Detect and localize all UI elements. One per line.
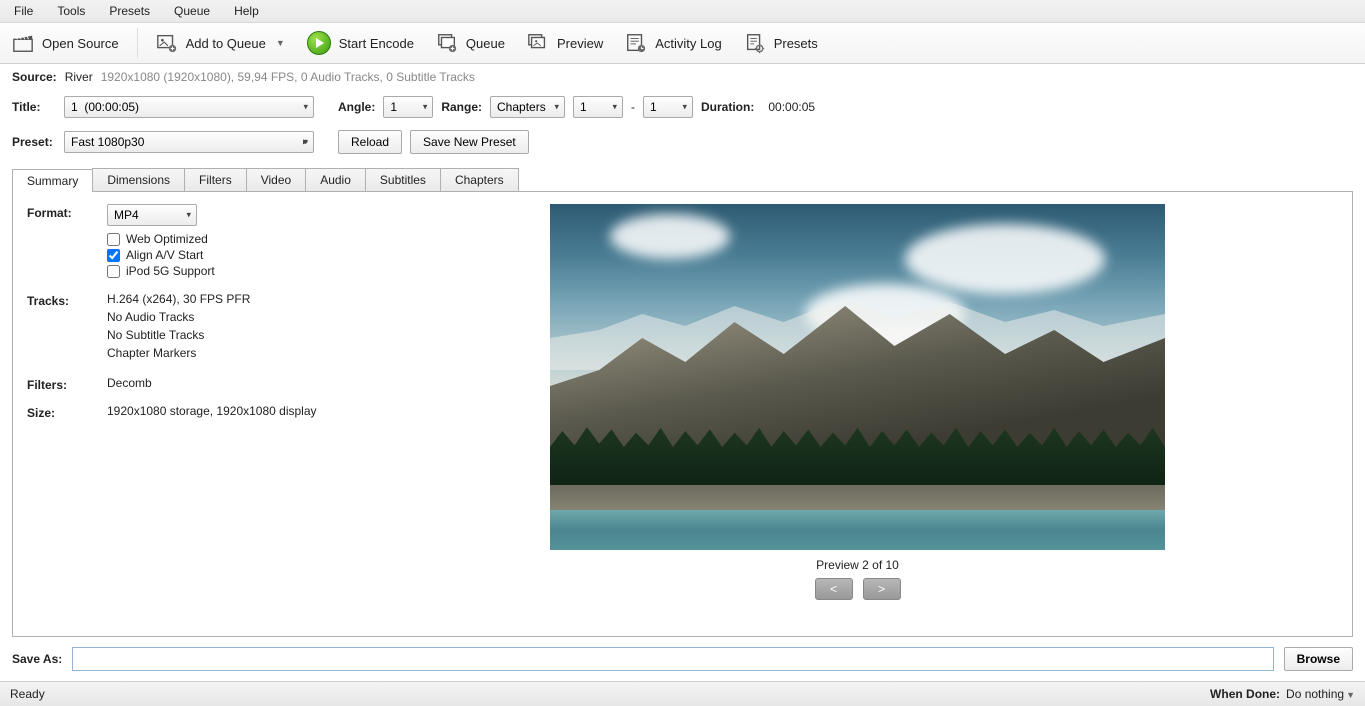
status-text: Ready [10, 687, 45, 701]
log-icon [625, 32, 647, 54]
menu-presets[interactable]: Presets [99, 2, 160, 20]
summary-form: Format: Web Optimized Align A/V Start iP… [27, 204, 347, 624]
open-source-button[interactable]: Open Source [6, 28, 125, 58]
tab-audio[interactable]: Audio [305, 168, 366, 191]
queue-button[interactable]: Queue [430, 28, 511, 58]
when-done-label: When Done: [1210, 687, 1280, 701]
queue-label: Queue [466, 36, 505, 51]
when-done-select[interactable]: Do nothing▼ [1286, 687, 1355, 701]
format-select[interactable] [107, 204, 197, 226]
angle-label: Angle: [338, 100, 375, 114]
ipod-checkbox[interactable]: iPod 5G Support [107, 264, 347, 278]
tracks-line-3: Chapter Markers [107, 346, 347, 360]
stack-icon [436, 32, 458, 54]
summary-panel: Format: Web Optimized Align A/V Start iP… [12, 191, 1353, 637]
range-label: Range: [441, 100, 482, 114]
range-dash: - [631, 100, 635, 114]
title-row: Title: Angle: Range: - Duration: 00:00:0… [0, 90, 1365, 124]
size-value: 1920x1080 storage, 1920x1080 display [107, 404, 347, 418]
size-label: Size: [27, 404, 107, 420]
browse-button[interactable]: Browse [1284, 647, 1353, 671]
preset-select[interactable] [64, 131, 314, 153]
statusbar: Ready When Done: Do nothing▼ [0, 681, 1365, 706]
clapper-icon [12, 32, 34, 54]
preview-next-button[interactable]: > [863, 578, 901, 600]
preview-prev-button[interactable]: < [815, 578, 853, 600]
preview-icon [527, 32, 549, 54]
save-new-preset-button[interactable]: Save New Preset [410, 130, 529, 154]
chevron-down-icon: ▼ [276, 38, 285, 48]
tracks-line-0: H.264 (x264), 30 FPS PFR [107, 292, 347, 306]
align-av-checkbox[interactable]: Align A/V Start [107, 248, 347, 262]
play-icon [307, 31, 331, 55]
title-label: Title: [12, 100, 56, 114]
menu-file[interactable]: File [4, 2, 43, 20]
preview-image [550, 204, 1165, 550]
toolbar: Open Source Add to Queue ▼ Start Encode … [0, 23, 1365, 64]
tracks-line-2: No Subtitle Tracks [107, 328, 347, 342]
tabs: Summary Dimensions Filters Video Audio S… [12, 168, 1353, 191]
tab-summary[interactable]: Summary [12, 169, 93, 192]
menubar: File Tools Presets Queue Help [0, 0, 1365, 23]
filters-label: Filters: [27, 376, 107, 392]
save-as-label: Save As: [12, 652, 62, 666]
tab-dimensions[interactable]: Dimensions [92, 168, 185, 191]
menu-tools[interactable]: Tools [47, 2, 95, 20]
tracks-line-1: No Audio Tracks [107, 310, 347, 324]
range-type-select[interactable] [490, 96, 565, 118]
preview-label: Preview [557, 36, 603, 51]
image-plus-icon [156, 32, 178, 54]
angle-select[interactable] [383, 96, 433, 118]
presets-button[interactable]: Presets [738, 28, 824, 58]
preview-button[interactable]: Preview [521, 28, 609, 58]
duration-label: Duration: [701, 100, 754, 114]
web-optimized-checkbox[interactable]: Web Optimized [107, 232, 347, 246]
start-encode-button[interactable]: Start Encode [301, 27, 420, 59]
save-as-input[interactable] [72, 647, 1273, 671]
source-label: Source: [12, 70, 57, 84]
presets-label: Presets [774, 36, 818, 51]
save-row: Save As: Browse [0, 637, 1365, 681]
tab-chapters[interactable]: Chapters [440, 168, 519, 191]
source-name: River [65, 70, 93, 84]
start-encode-label: Start Encode [339, 36, 414, 51]
menu-queue[interactable]: Queue [164, 2, 220, 20]
add-to-queue-label: Add to Queue [186, 36, 266, 51]
preset-label: Preset: [12, 135, 56, 149]
format-label: Format: [27, 204, 107, 220]
title-select[interactable] [64, 96, 314, 118]
preview-info: Preview 2 of 10 [816, 558, 899, 572]
add-to-queue-button[interactable]: Add to Queue ▼ [150, 28, 291, 58]
source-details: 1920x1080 (1920x1080), 59,94 FPS, 0 Audi… [101, 70, 475, 84]
open-source-label: Open Source [42, 36, 119, 51]
filters-value: Decomb [107, 376, 347, 390]
source-row: Source: River 1920x1080 (1920x1080), 59,… [0, 64, 1365, 90]
range-to-select[interactable] [643, 96, 693, 118]
tab-filters[interactable]: Filters [184, 168, 247, 191]
tracks-label: Tracks: [27, 292, 107, 308]
menu-help[interactable]: Help [224, 2, 269, 20]
preview-column: Preview 2 of 10 < > [377, 204, 1338, 624]
separator [137, 28, 138, 58]
presets-icon [744, 32, 766, 54]
range-from-select[interactable] [573, 96, 623, 118]
tab-subtitles[interactable]: Subtitles [365, 168, 441, 191]
activity-log-button[interactable]: Activity Log [619, 28, 727, 58]
tab-video[interactable]: Video [246, 168, 306, 191]
activity-log-label: Activity Log [655, 36, 721, 51]
duration-value: 00:00:05 [768, 100, 815, 114]
preset-row: Preset: ▸ Reload Save New Preset [0, 124, 1365, 160]
reload-button[interactable]: Reload [338, 130, 402, 154]
